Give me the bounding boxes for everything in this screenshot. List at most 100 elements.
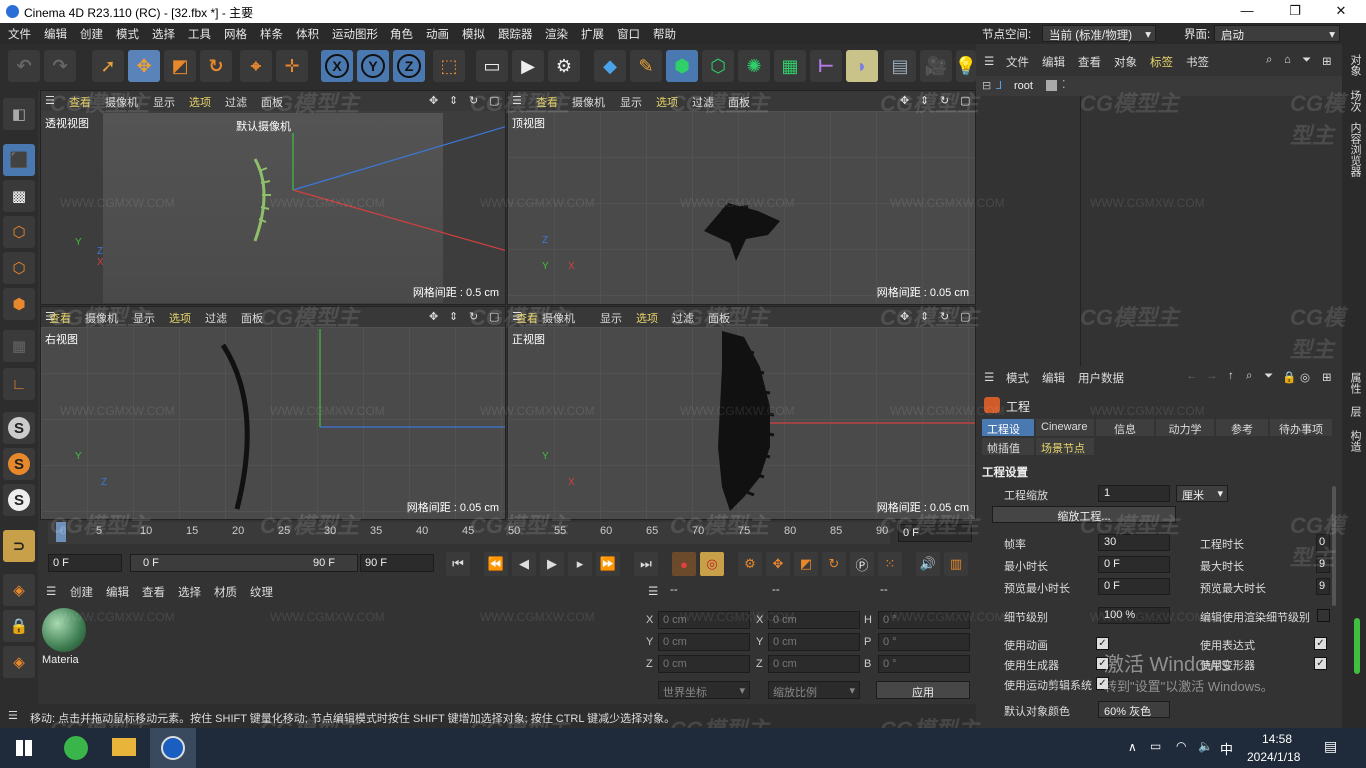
scale-tool-icon[interactable]: ◩ xyxy=(164,50,196,82)
viewport-menu-panel[interactable]: 面板 xyxy=(241,310,263,326)
om-menu-file[interactable]: 文件 xyxy=(1006,54,1029,70)
viewport-menu-panel[interactable]: 面板 xyxy=(708,310,730,326)
search-icon[interactable]: ⌕ xyxy=(1246,370,1252,383)
preview-min-field[interactable]: 0 F xyxy=(1098,578,1170,595)
sound-icon[interactable]: 🔊 xyxy=(916,552,940,576)
floor-icon[interactable]: ▤ xyxy=(884,50,916,82)
viewport-front[interactable]: ☰ 查看 摄像机 显示 选项 过滤 面板 ✥ ⇕ ↻ ▢ 正视图 Y X 网格间… xyxy=(507,306,976,520)
material-menu-select[interactable]: 选择 xyxy=(178,584,201,600)
tab-scene-nodes[interactable]: 场景节点 xyxy=(1036,438,1094,455)
notification-icon[interactable]: ▤ xyxy=(1324,738,1337,755)
attr-menu-userdata[interactable]: 用户数据 xyxy=(1078,370,1124,386)
end-frame-field[interactable]: 0 F xyxy=(898,524,972,542)
axis-mode-icon[interactable]: ∟ xyxy=(3,368,35,400)
tab-todo[interactable]: 待办事项 xyxy=(1270,419,1332,436)
fps-field[interactable]: 30 xyxy=(1098,534,1170,551)
arrow-up-icon[interactable]: ↑ xyxy=(1228,370,1234,382)
pen-spline-icon[interactable]: ✎ xyxy=(630,50,662,82)
viewport-menu-filter[interactable]: 过滤 xyxy=(672,310,694,326)
viewport-menu-cameras[interactable]: 摄像机 xyxy=(105,94,138,110)
planar-workplane-icon[interactable]: ◈ xyxy=(3,646,35,678)
menu-extensions[interactable]: 扩展 xyxy=(581,26,604,42)
rot-p-field[interactable]: 0 ° xyxy=(878,633,970,651)
viewport-menu-cameras[interactable]: 摄像机 xyxy=(542,310,575,326)
viewport-menu-view[interactable]: 查看 xyxy=(536,94,558,110)
workplane-snap-icon[interactable]: S xyxy=(3,484,35,516)
key-rotation-icon[interactable]: ↻ xyxy=(822,552,846,576)
material-menu-create[interactable]: 创建 xyxy=(70,584,93,600)
viewport-right[interactable]: ☰ 查看 摄像机 显示 选项 过滤 面板 ✥ ⇕ ↻ ▢ 右视图 Y Z 网格间… xyxy=(40,306,506,520)
attr-menu-mode[interactable]: 模式 xyxy=(1006,370,1029,386)
viewport-menu-options[interactable]: 选项 xyxy=(169,310,191,326)
polygon-mode-icon[interactable]: ⬢ xyxy=(3,288,35,320)
magnet-icon[interactable]: ⊃ xyxy=(3,530,35,562)
green-scroll-indicator[interactable] xyxy=(1354,618,1360,674)
locked-workplane-icon[interactable]: 🔒 xyxy=(3,610,35,642)
viewport-menu-display[interactable]: 显示 xyxy=(620,94,642,110)
viewport-menu-filter[interactable]: 过滤 xyxy=(692,94,714,110)
render-view-icon[interactable]: ▭ xyxy=(476,50,508,82)
filter-icon[interactable]: ⏷ xyxy=(1264,370,1273,383)
om-menu-edit[interactable]: 编辑 xyxy=(1042,54,1065,70)
next-key-icon[interactable]: ⏩ xyxy=(596,552,620,576)
size-z-field[interactable]: 0 cm xyxy=(768,655,860,673)
cinema4d-taskbar-button[interactable] xyxy=(150,728,196,768)
max-frame-field[interactable]: 90 F xyxy=(360,554,434,572)
keyframe-selection-icon[interactable]: ⚙ xyxy=(738,552,762,576)
viewport-menu-options[interactable]: 选项 xyxy=(189,94,211,110)
node-space-select[interactable]: 当前 (标准/物理) ▾ xyxy=(1042,25,1156,42)
orbit-icon[interactable]: ↻ xyxy=(469,94,478,107)
menu-mesh[interactable]: 网格 xyxy=(224,26,247,42)
transform-tool-icon[interactable]: ✛ xyxy=(276,50,308,82)
lock-icon[interactable]: 🔒 xyxy=(1282,370,1296,384)
apply-button[interactable]: 应用 xyxy=(876,681,970,699)
play-icon[interactable]: ▶ xyxy=(540,552,564,576)
orbit-icon[interactable]: ↻ xyxy=(940,94,949,107)
menu-help[interactable]: 帮助 xyxy=(653,26,676,42)
uv-mode-icon[interactable]: ▦ xyxy=(3,330,35,362)
tab-reference[interactable]: 参考 xyxy=(1216,419,1268,436)
key-pla-icon[interactable]: ⁙ xyxy=(878,552,902,576)
viewport-menu-view[interactable]: 查看 xyxy=(69,94,91,110)
battery-icon[interactable]: ▭ xyxy=(1150,739,1161,753)
size-x-field[interactable]: 0 cm xyxy=(768,611,860,629)
menu-file[interactable]: 文件 xyxy=(8,26,31,42)
viewport-menu-display[interactable]: 显示 xyxy=(153,94,175,110)
menu-character[interactable]: 角色 xyxy=(390,26,413,42)
viewport-menu-display[interactable]: 显示 xyxy=(133,310,155,326)
new-panel-icon[interactable]: ⊞ xyxy=(1322,54,1332,68)
menu-tracker[interactable]: 跟踪器 xyxy=(498,26,533,42)
hamburger-icon[interactable]: ☰ xyxy=(984,54,994,68)
texture-mode-icon[interactable]: ▩ xyxy=(3,180,35,212)
viewport-menu-display[interactable]: 显示 xyxy=(600,310,622,326)
dolly-icon[interactable]: ⇕ xyxy=(920,94,929,107)
size-mode-select[interactable]: 缩放比例 ▾ xyxy=(768,681,860,699)
rot-h-field[interactable]: 0 ° xyxy=(878,611,970,629)
clock-time[interactable]: 14:58 xyxy=(1262,732,1292,746)
menu-select[interactable]: 选择 xyxy=(152,26,175,42)
material-name[interactable]: Materia xyxy=(42,654,79,666)
menu-volume[interactable]: 体积 xyxy=(296,26,319,42)
viewport-menu-panel[interactable]: 面板 xyxy=(728,94,750,110)
point-mode-icon[interactable]: ⬡ xyxy=(3,216,35,248)
viewport-menu-panel[interactable]: 面板 xyxy=(261,94,283,110)
model-mode-icon[interactable]: ⬛ xyxy=(3,144,35,176)
new-panel-icon[interactable]: ⊞ xyxy=(1322,370,1332,384)
arrow-right-icon[interactable]: → xyxy=(1206,370,1218,382)
om-menu-view[interactable]: 查看 xyxy=(1078,54,1101,70)
browser-app-icon[interactable] xyxy=(64,736,88,760)
pan-icon[interactable]: ✥ xyxy=(900,94,909,107)
hamburger-icon[interactable]: ☰ xyxy=(984,370,994,384)
dolly-icon[interactable]: ⇕ xyxy=(449,94,458,107)
current-frame-field[interactable]: 0 F xyxy=(48,554,122,572)
scale-project-button[interactable]: 缩放工程... xyxy=(992,506,1176,523)
om-menu-bookmarks[interactable]: 书签 xyxy=(1186,54,1209,70)
pan-icon[interactable]: ✥ xyxy=(900,310,909,323)
tab-cineware[interactable]: Cineware xyxy=(1036,419,1094,436)
axis-z-button[interactable]: Z xyxy=(393,50,425,82)
snap-settings-icon[interactable]: S xyxy=(3,448,35,480)
project-scale-field[interactable]: 1 xyxy=(1098,485,1170,502)
max-time-field[interactable]: 9 xyxy=(1316,556,1330,573)
light-icon[interactable]: 💡 xyxy=(955,50,977,82)
field-icon[interactable]: ◗ xyxy=(846,50,878,82)
